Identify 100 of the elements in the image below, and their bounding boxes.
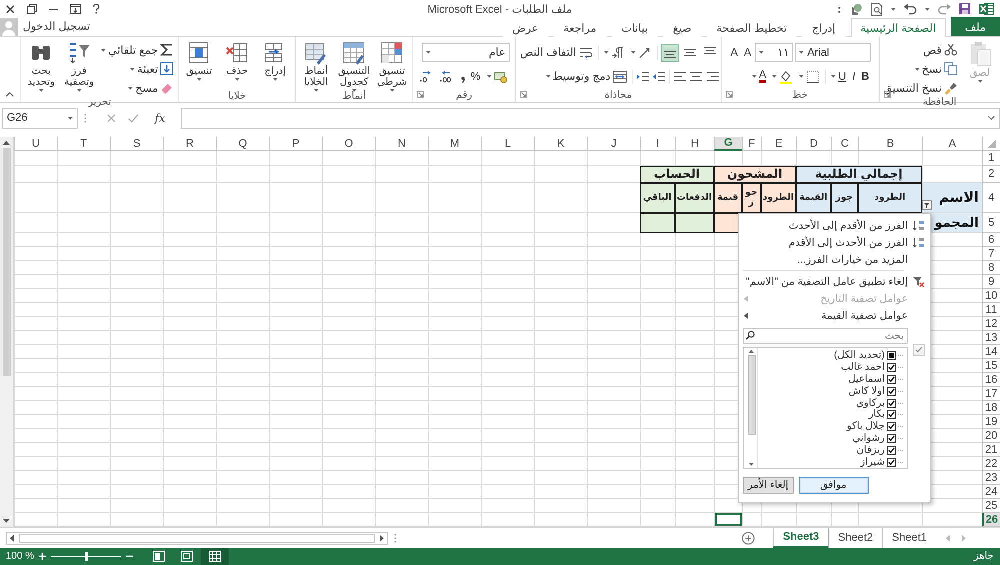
grid-cell[interactable] bbox=[110, 233, 163, 247]
grid-cell[interactable] bbox=[110, 151, 163, 166]
grid-cell[interactable] bbox=[640, 317, 675, 331]
scroll-tabs-left-icon[interactable] bbox=[946, 534, 950, 542]
grid-cell[interactable] bbox=[216, 183, 269, 213]
font-color-button[interactable]: A bbox=[750, 68, 768, 86]
align-right-icon[interactable] bbox=[704, 70, 719, 84]
grid-cell[interactable] bbox=[675, 303, 714, 317]
menu-item[interactable]: المزيد من خيارات الفرز... bbox=[739, 251, 930, 268]
grid-cell[interactable] bbox=[57, 359, 110, 373]
value-label[interactable]: اسماعيل bbox=[848, 374, 885, 385]
grid-cell[interactable] bbox=[428, 415, 481, 429]
grid-cell[interactable] bbox=[534, 317, 587, 331]
grid-cell[interactable] bbox=[269, 247, 322, 261]
autosum-button[interactable]: جمع تلقائي bbox=[99, 41, 176, 59]
scroll-thumb[interactable] bbox=[2, 148, 10, 376]
grid-cell[interactable] bbox=[481, 303, 534, 317]
grid-cell[interactable] bbox=[640, 359, 675, 373]
grid-cell[interactable] bbox=[481, 275, 534, 289]
grid-cell[interactable] bbox=[375, 289, 428, 303]
align-bottom-button[interactable] bbox=[660, 44, 679, 62]
grid-cell[interactable] bbox=[587, 345, 640, 359]
grid-cell[interactable] bbox=[481, 387, 534, 401]
grid-cell[interactable] bbox=[110, 289, 163, 303]
grid-cell[interactable] bbox=[163, 401, 216, 415]
row-header[interactable]: 25 bbox=[982, 499, 1000, 513]
row-header[interactable]: 7 bbox=[982, 247, 1000, 261]
grid-cell[interactable] bbox=[714, 151, 742, 166]
grid-cell[interactable] bbox=[481, 317, 534, 331]
grid-cell[interactable] bbox=[587, 471, 640, 485]
row-header[interactable]: 13 bbox=[982, 331, 1000, 345]
grid-cell[interactable] bbox=[14, 151, 57, 166]
ok-button[interactable]: موافق bbox=[798, 477, 869, 494]
grid-cell[interactable] bbox=[675, 499, 714, 513]
grid-cell[interactable] bbox=[428, 247, 481, 261]
row-header[interactable]: 18 bbox=[982, 401, 1000, 415]
grid-cell[interactable] bbox=[640, 345, 675, 359]
grid-cell[interactable] bbox=[640, 331, 675, 345]
grid-cell[interactable] bbox=[216, 401, 269, 415]
grid-cell[interactable] bbox=[587, 166, 640, 183]
column-header[interactable]: S bbox=[110, 137, 163, 151]
grid-cell[interactable] bbox=[110, 471, 163, 485]
grid-cell[interactable] bbox=[481, 247, 534, 261]
grid-cell[interactable] bbox=[163, 275, 216, 289]
checkbox[interactable] bbox=[887, 374, 896, 384]
grid-cell[interactable] bbox=[216, 261, 269, 275]
column-header[interactable]: G bbox=[714, 137, 742, 151]
grid-cell[interactable] bbox=[534, 471, 587, 485]
grid-cell[interactable] bbox=[375, 151, 428, 166]
zoom-level[interactable]: 100 % bbox=[6, 551, 34, 562]
column-header[interactable]: D bbox=[796, 137, 831, 151]
grid-cell[interactable] bbox=[57, 345, 110, 359]
insert-cells-button[interactable]: إدراج bbox=[257, 40, 294, 90]
grid-cell[interactable] bbox=[428, 401, 481, 415]
sheet-tab[interactable]: Sheet3 bbox=[773, 528, 828, 548]
collapse-ribbon-icon[interactable] bbox=[6, 92, 14, 97]
column-header[interactable]: B bbox=[858, 137, 922, 151]
grid-cell[interactable] bbox=[14, 471, 57, 485]
grid-cell[interactable] bbox=[675, 233, 714, 247]
grid-cell[interactable] bbox=[675, 471, 714, 485]
grid-cell[interactable] bbox=[57, 317, 110, 331]
grid-cell[interactable] bbox=[110, 166, 163, 183]
grid-cell[interactable] bbox=[163, 345, 216, 359]
column-header[interactable]: E bbox=[761, 137, 796, 151]
grid-cell[interactable] bbox=[375, 247, 428, 261]
grid-cell[interactable] bbox=[375, 485, 428, 499]
grid-cell[interactable] bbox=[481, 289, 534, 303]
grid-cell[interactable] bbox=[428, 233, 481, 247]
grid-cell[interactable] bbox=[587, 443, 640, 457]
grid-cell[interactable] bbox=[57, 387, 110, 401]
grid-cell[interactable] bbox=[322, 457, 375, 471]
grid-cell[interactable] bbox=[216, 387, 269, 401]
grid-cell[interactable] bbox=[428, 471, 481, 485]
insert-function-button[interactable]: fx bbox=[151, 112, 170, 124]
grid-cell[interactable] bbox=[322, 213, 375, 233]
grid-cell[interactable] bbox=[57, 213, 110, 233]
grid-cell[interactable] bbox=[322, 359, 375, 373]
grid-cell[interactable] bbox=[587, 151, 640, 166]
grid-cell[interactable] bbox=[14, 499, 57, 513]
grid-cell[interactable] bbox=[269, 359, 322, 373]
grid-cell[interactable] bbox=[269, 303, 322, 317]
active-cell[interactable] bbox=[714, 513, 742, 527]
value-label[interactable]: جلال باكو bbox=[847, 421, 885, 432]
align-left-icon[interactable] bbox=[672, 70, 687, 84]
grid-cell[interactable] bbox=[481, 471, 534, 485]
conditional-format-button[interactable]: تنسيق شرطي bbox=[374, 40, 410, 90]
grid-cell[interactable] bbox=[428, 387, 481, 401]
sort-filter-button[interactable]: فرز وتصفية bbox=[61, 40, 98, 90]
grid-cell[interactable] bbox=[375, 183, 428, 213]
grid-cell[interactable] bbox=[587, 183, 640, 213]
close-icon[interactable] bbox=[6, 4, 15, 14]
grid-cell[interactable] bbox=[322, 401, 375, 415]
value-label[interactable]: (تحديد الكل) bbox=[834, 350, 885, 362]
row-header[interactable]: 11 bbox=[982, 303, 1000, 317]
grid-cell[interactable] bbox=[57, 261, 110, 275]
grid-cell[interactable] bbox=[57, 247, 110, 261]
grid-cell[interactable] bbox=[269, 183, 322, 213]
grid-cell[interactable] bbox=[216, 457, 269, 471]
grid-cell[interactable] bbox=[14, 166, 57, 183]
grid-cell[interactable] bbox=[481, 183, 534, 213]
